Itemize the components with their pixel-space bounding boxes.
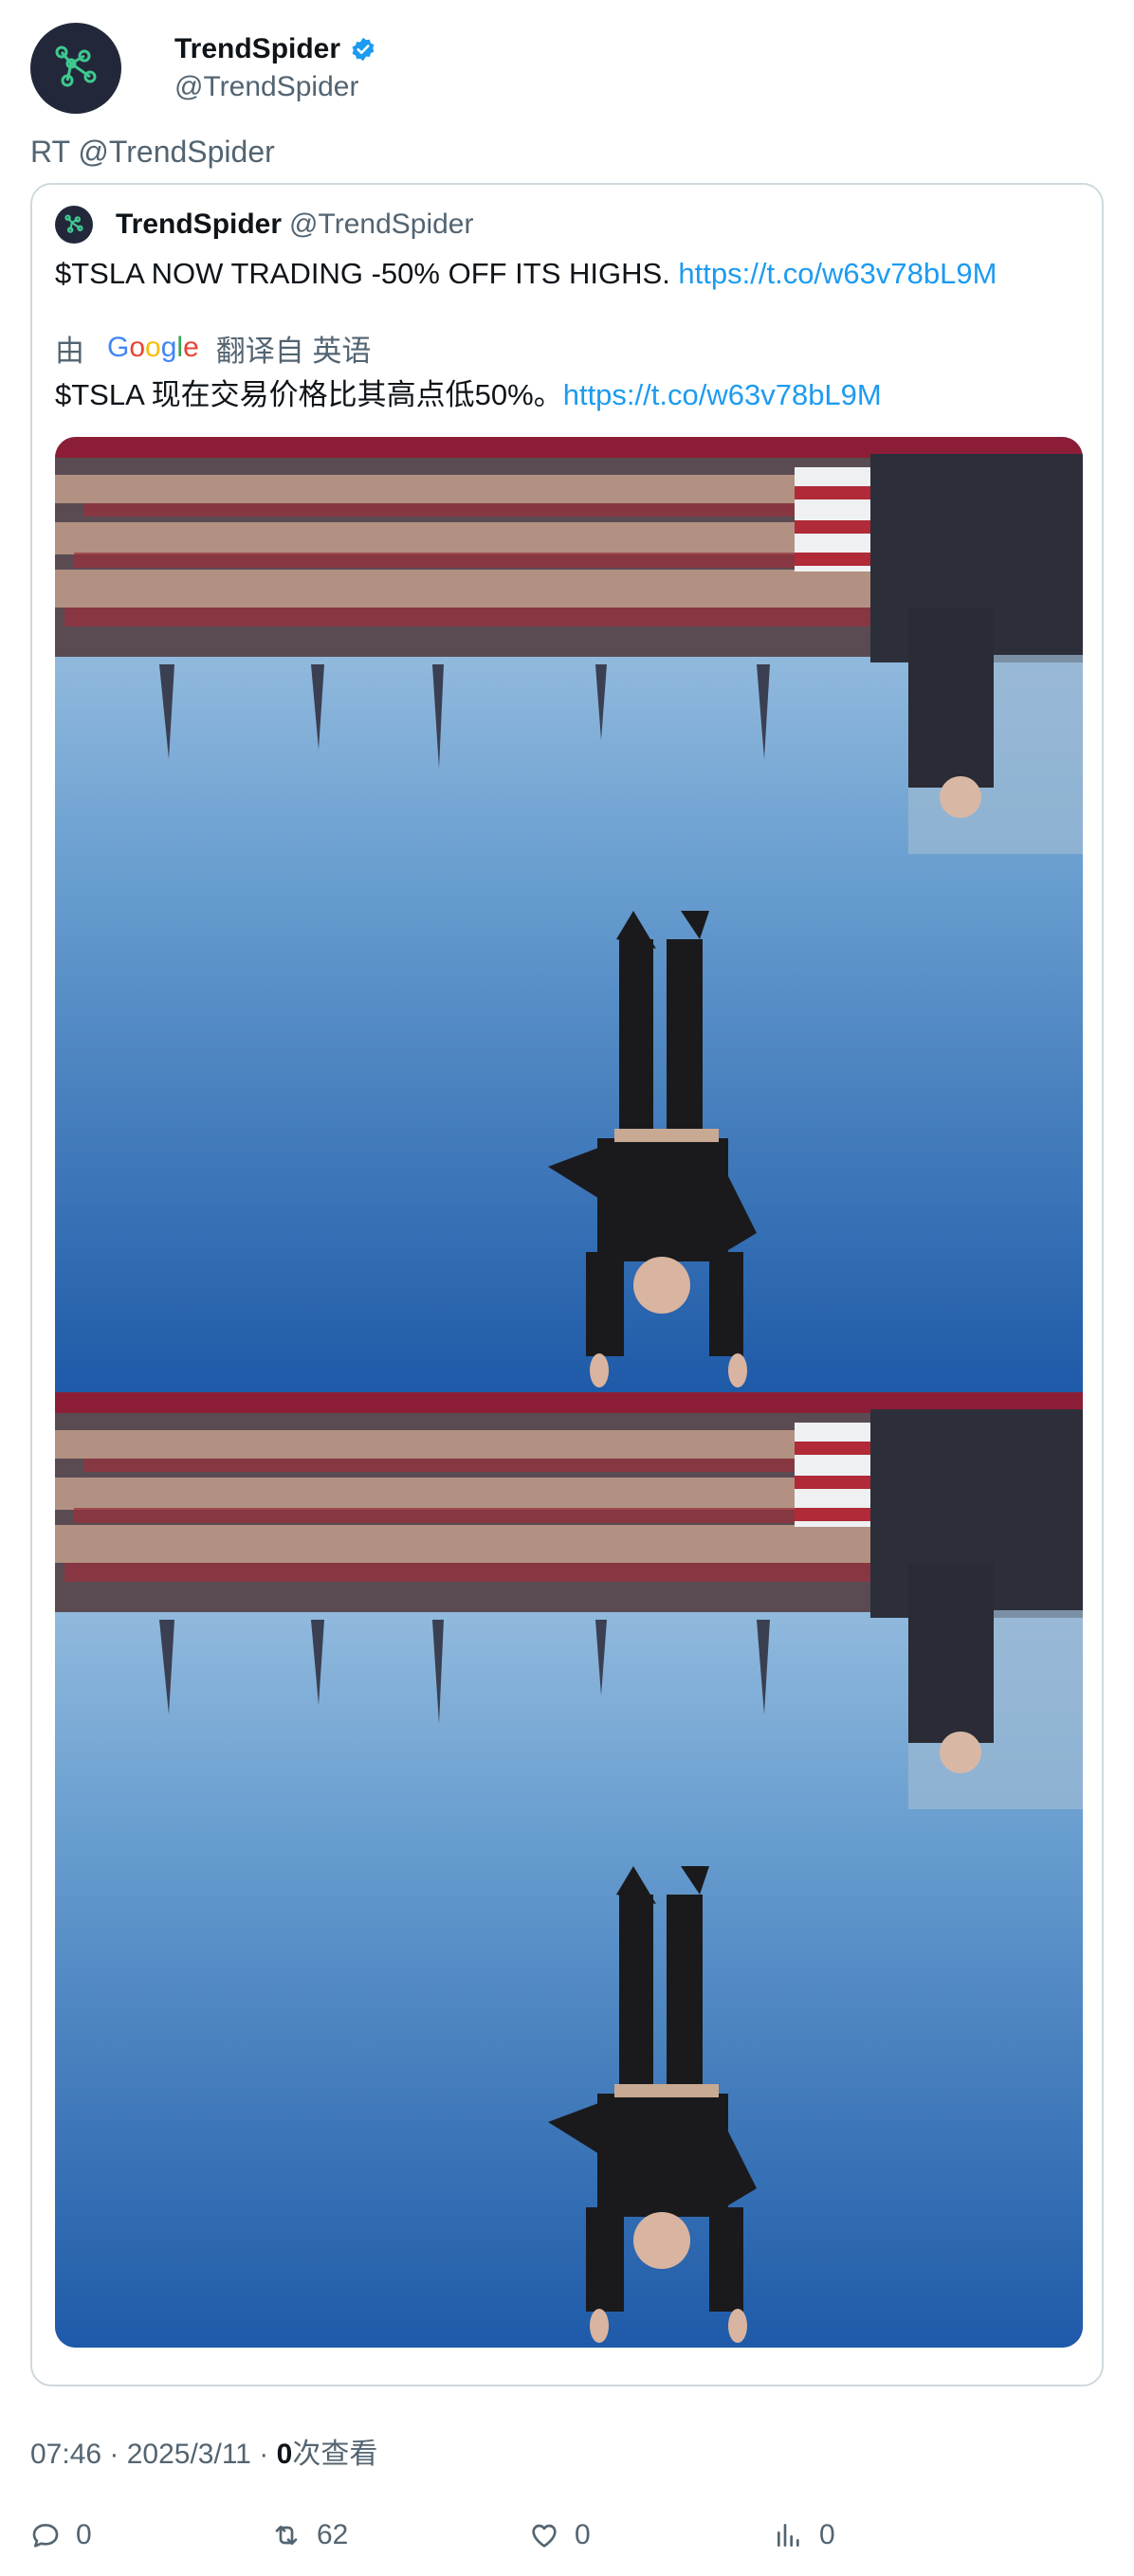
quoted-display-name: TrendSpider <box>116 209 283 240</box>
translation-by-label: 由 <box>55 334 84 368</box>
views-icon <box>777 2524 799 2547</box>
retweet-icon <box>275 2526 298 2545</box>
tweet-meta: 07:46 · 2025/3/11 · 0次查看 <box>30 2436 377 2474</box>
translated-text: $TSLA 现在交易价格比其高点低50%。https://t.co/w63v78… <box>55 374 882 416</box>
quoted-tweet-text: $TSLA NOW TRADING -50% OFF ITS HIGHS. ht… <box>55 253 1088 295</box>
quoted-tweet-header: TrendSpider @TrendSpider <box>55 204 473 245</box>
translated-link[interactable]: https://t.co/w63v78bL9M <box>563 378 882 411</box>
views-button[interactable]: 0 <box>774 2519 835 2551</box>
trendspider-logo-icon <box>64 214 83 233</box>
photo-illustration <box>55 1392 1083 2348</box>
like-count: 0 <box>575 2519 591 2550</box>
media-photo-1[interactable] <box>55 437 1083 1392</box>
display-name-row: TrendSpider <box>174 30 376 68</box>
handle[interactable]: @TrendSpider <box>174 68 376 106</box>
reply-button[interactable]: 0 <box>30 2519 92 2551</box>
avatar[interactable] <box>30 23 121 114</box>
retweet-text: RT @TrendSpider <box>30 135 275 169</box>
views-action-count: 0 <box>819 2519 835 2550</box>
like-icon <box>532 2524 557 2548</box>
media-photo-2[interactable] <box>55 1392 1083 2348</box>
views-label: 次查看 <box>292 2439 378 2470</box>
verified-badge-icon <box>352 37 375 62</box>
translation-attribution: 由 Google 翻译自 英语 <box>55 325 371 371</box>
display-name[interactable]: TrendSpider <box>174 30 340 68</box>
reply-icon <box>32 2524 59 2548</box>
tweet-header: TrendSpider @TrendSpider <box>30 23 1104 114</box>
quoted-handle: @TrendSpider <box>289 209 474 240</box>
quoted-link[interactable]: https://t.co/w63v78bL9M <box>678 257 997 290</box>
views-count: 0 <box>276 2439 293 2470</box>
media-gallery <box>55 437 1083 2348</box>
translated-body: $TSLA 现在交易价格比其高点低50%。 <box>55 378 563 411</box>
google-logo: Google <box>107 332 199 363</box>
retweet-button[interactable]: 62 <box>271 2519 348 2551</box>
translation-from-label[interactable]: 翻译自 英语 <box>216 327 372 370</box>
reply-count: 0 <box>76 2519 92 2550</box>
action-bar: 0 62 0 0 <box>30 2516 1073 2554</box>
retweet-count: 62 <box>317 2519 349 2550</box>
quoted-text-body: $TSLA NOW TRADING -50% OFF ITS HIGHS. <box>55 257 679 290</box>
quoted-avatar <box>55 206 93 244</box>
user-info: TrendSpider @TrendSpider <box>174 30 376 106</box>
trendspider-logo-icon <box>55 45 97 87</box>
photo-illustration <box>55 437 1083 1392</box>
like-button[interactable]: 0 <box>529 2519 591 2551</box>
tweet-timestamp[interactable]: 07:46 · 2025/3/11 · <box>30 2439 277 2470</box>
quoted-tweet-card[interactable]: TrendSpider @TrendSpider $TSLA NOW TRADI… <box>30 183 1104 2386</box>
